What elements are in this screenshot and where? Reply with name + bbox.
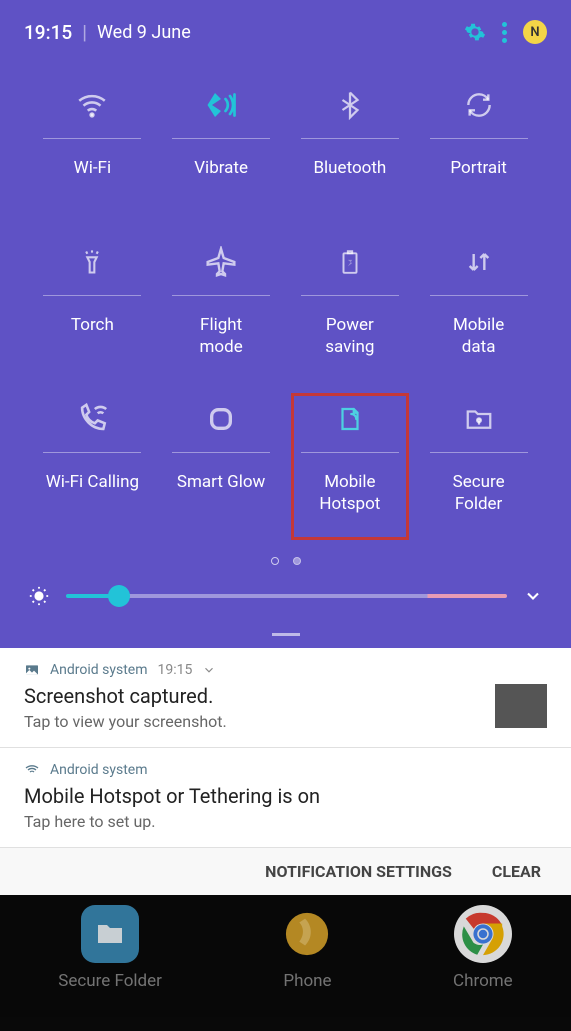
tile-label: Wi-Fi Calling [46,471,139,515]
home-app[interactable]: Secure Folder [58,905,162,991]
tile-torch[interactable]: Torch [28,231,157,388]
status-time: 19:15 [24,21,72,44]
divider [43,452,141,453]
app-icon [24,762,40,778]
notification-settings-button[interactable]: NOTIFICATION SETTINGS [265,862,452,881]
tile-label: Powersaving [325,314,374,358]
tile-wifi[interactable]: Wi-Fi [28,74,157,231]
tile-label: Mobiledata [453,314,504,358]
home-app[interactable]: Chrome [453,905,513,991]
tile-label: Smart Glow [177,471,265,515]
tile-label: SecureFolder [453,471,505,515]
tile-label: Flightmode [200,314,243,358]
panel-handle[interactable] [0,625,571,648]
tile-label: Wi-Fi [74,157,111,201]
torch-icon [78,241,106,283]
gear-icon[interactable] [464,21,486,43]
brightness-slider[interactable] [66,594,507,598]
app-label: Phone [283,971,331,991]
notification[interactable]: Android system 19:15 Screenshot captured.… [0,648,571,748]
app-label: Chrome [453,971,513,991]
tile-wificall[interactable]: Wi-Fi Calling [28,388,157,545]
tile-glow[interactable]: Smart Glow [157,388,286,545]
notif-time: 19:15 [157,662,192,678]
notif-app: Android system [50,662,147,678]
tile-label: Bluetooth [313,157,386,201]
status-date: Wed 9 June [97,22,191,43]
menu-icon[interactable] [502,22,507,43]
airplane-icon [205,241,237,283]
tile-folder[interactable]: SecureFolder [414,388,543,545]
vibrate-icon [203,84,239,126]
brightness-icon [28,585,50,607]
wificall-icon [75,398,109,440]
tile-battery[interactable]: Powersaving [286,231,415,388]
screenshot-thumbnail [495,684,547,728]
app-icon [24,662,40,678]
secure-folder-app-icon [81,905,139,963]
clear-button[interactable]: CLEAR [492,862,541,881]
bluetooth-icon [335,84,365,126]
divider [172,295,270,296]
arrows-icon [463,241,495,283]
notif-subtitle: Tap to view your screenshot. [24,712,547,731]
tile-bluetooth[interactable]: Bluetooth [286,74,415,231]
divider [301,452,399,453]
divider [172,138,270,139]
divider [430,138,528,139]
phone-app-icon [278,905,336,963]
divider [43,138,141,139]
avatar[interactable]: N [523,20,547,44]
tile-label: MobileHotspot [319,471,380,515]
tile-label: Vibrate [194,157,248,201]
home-app[interactable]: Phone [278,905,336,991]
divider [301,138,399,139]
chrome-app-icon [454,905,512,963]
notif-title: Screenshot captured. [24,684,547,708]
tile-hotspot[interactable]: MobileHotspot [286,388,415,545]
notif-app: Android system [50,762,147,778]
rotate-icon [463,84,495,126]
dot [293,557,301,565]
battery-icon [337,241,363,283]
wifi-icon [75,84,109,126]
status-divider: | [82,21,87,44]
tile-airplane[interactable]: Flightmode [157,231,286,388]
notification[interactable]: Android system Mobile Hotspot or Tetheri… [0,748,571,848]
hotspot-icon [335,398,365,440]
slider-thumb[interactable] [108,585,130,607]
notif-title: Mobile Hotspot or Tethering is on [24,784,547,808]
notif-subtitle: Tap here to set up. [24,812,547,831]
tile-arrows[interactable]: Mobiledata [414,231,543,388]
page-indicator [0,545,571,585]
divider [43,295,141,296]
tile-rotate[interactable]: Portrait [414,74,543,231]
tile-vibrate[interactable]: Vibrate [157,74,286,231]
chevron-down-icon[interactable] [523,586,543,606]
divider [430,295,528,296]
dot [271,557,279,565]
divider [430,452,528,453]
divider [172,452,270,453]
app-label: Secure Folder [58,971,162,991]
glow-icon [205,398,237,440]
tile-label: Torch [71,314,114,358]
tile-label: Portrait [450,157,506,201]
folder-icon [462,398,496,440]
chevron-down-icon[interactable] [202,663,216,677]
divider [301,295,399,296]
